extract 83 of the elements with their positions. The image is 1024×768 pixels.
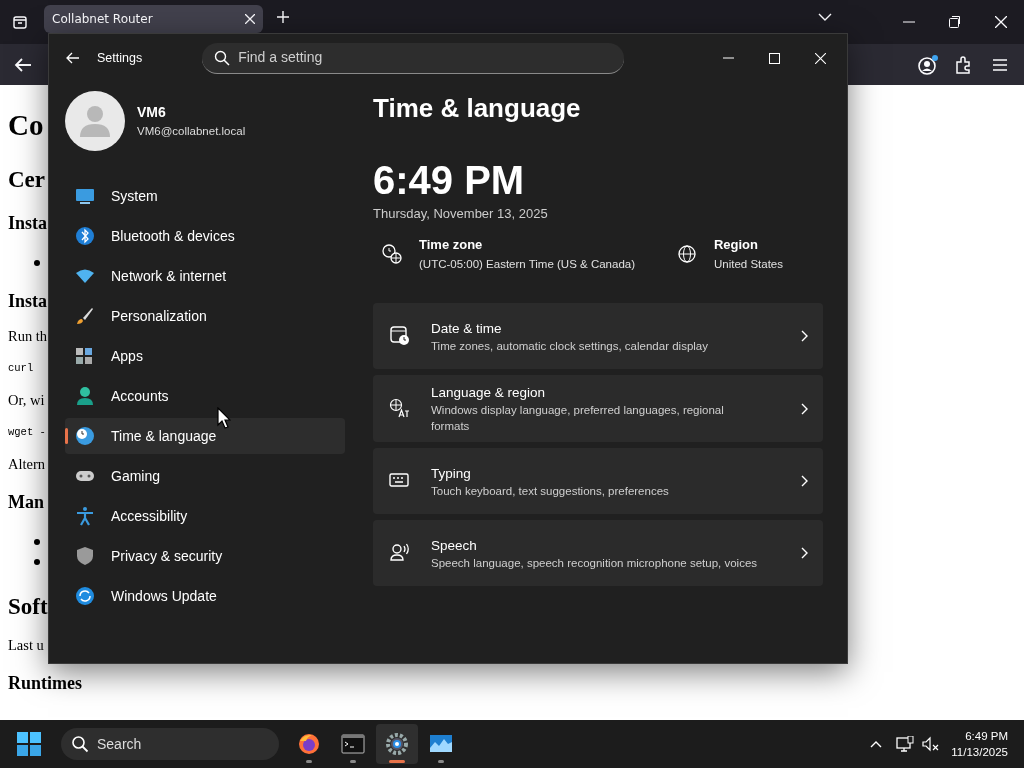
taskbar-search[interactable]: Search: [61, 728, 279, 760]
windows-logo-icon: [17, 732, 41, 756]
card-subtitle: Windows display language, preferred languages, regional formats: [431, 403, 725, 434]
chevron-right-icon: [801, 547, 809, 559]
sidebar-item[interactable]: Time & language: [65, 418, 345, 454]
sidebar-item[interactable]: Privacy & security: [65, 538, 345, 574]
card-title: Date & time: [431, 319, 503, 338]
clock-globe-icon: [381, 243, 403, 265]
speech-icon: [389, 542, 411, 564]
page-heading: Co: [8, 108, 44, 143]
apps-icon: [75, 346, 95, 366]
clock-time: 6:49 PM: [373, 157, 526, 204]
bullet-icon: [34, 539, 40, 545]
clock-globe-icon: [75, 426, 95, 446]
code-text: wget -: [8, 425, 46, 440]
calendar-clock-icon: [389, 325, 411, 347]
subsection-heading: Runtimes: [8, 672, 82, 695]
avatar[interactable]: [65, 91, 125, 151]
search-icon: [214, 49, 231, 66]
accessibility-icon: [75, 506, 95, 526]
page-text: Altern: [8, 455, 46, 474]
sidebar-item[interactable]: Personalization: [65, 298, 345, 334]
user-email: VM6@collabnet.local: [137, 123, 246, 139]
shield-icon: [75, 546, 95, 566]
sync-icon: [75, 586, 95, 606]
page-text: Or, wi: [8, 391, 45, 410]
bullet-icon: [34, 260, 40, 266]
gear-icon: [385, 732, 409, 756]
plus-icon: [276, 9, 290, 24]
card-subtitle: Touch keyboard, text suggestions, preferences: [431, 483, 670, 499]
browser-icon: [297, 732, 321, 756]
sidebar-item[interactable]: Windows Update: [65, 578, 345, 614]
page-text: Run th: [8, 327, 48, 346]
sidebar-item[interactable]: Bluetooth & devices: [65, 218, 345, 254]
info-label: Region: [713, 236, 759, 254]
subsection-heading: Man: [8, 491, 44, 514]
close-tab-icon[interactable]: [245, 14, 255, 24]
settings-card[interactable]: Language & region Windows display language, preferred languages, regional formats: [373, 375, 823, 442]
search-field[interactable]: Find a setting: [202, 42, 625, 74]
person-icon: [75, 386, 95, 406]
browser-tab[interactable]: Collabnet Router: [44, 5, 263, 33]
user-name: VM6: [137, 102, 167, 122]
taskbar-date: 11/13/2025: [951, 745, 1008, 760]
card-subtitle: Speech language, speech recognition microphone setup, voices: [431, 555, 759, 571]
brush-icon: [75, 306, 95, 326]
globe-icon: [675, 243, 698, 265]
sidebar-item[interactable]: Network & internet: [65, 258, 345, 294]
settings-card[interactable]: Speech Speech language, speech recognition microphone setup, voices: [373, 520, 823, 586]
search-icon: [71, 735, 89, 753]
page-title: Time & language: [373, 92, 582, 125]
window-title: Settings: [97, 49, 143, 67]
taskbar-time: 6:49 PM: [964, 729, 1008, 744]
settings-card[interactable]: Date & time Time zones, automatic clock settings, calendar display: [373, 303, 823, 369]
page-text: Last u: [8, 636, 44, 655]
card-title: Language & region: [431, 384, 547, 402]
info-value: United States: [713, 257, 783, 272]
sidebar-item[interactable]: Apps: [65, 338, 345, 374]
chevron-right-icon: [801, 475, 809, 487]
code-text: curl: [8, 361, 34, 376]
mouse-cursor-icon: [217, 407, 231, 429]
card-title: Speech: [431, 536, 478, 555]
sidebar-item[interactable]: Accessibility: [65, 498, 345, 534]
sidebar-item[interactable]: Gaming: [65, 458, 345, 494]
clock-date: Thursday, November 13, 2025: [373, 205, 549, 223]
info-label: Time zone: [419, 236, 484, 254]
subsection-heading: Insta: [8, 212, 47, 235]
bullet-icon: [34, 559, 40, 565]
section-heading: Soft: [8, 593, 48, 621]
sidebar-item[interactable]: System: [65, 178, 345, 214]
monitor-icon: [75, 186, 95, 206]
chevron-right-icon: [801, 330, 809, 342]
language-icon: [389, 397, 411, 420]
subsection-heading: Insta: [8, 290, 47, 313]
taskbar-app[interactable]: [376, 724, 418, 764]
card-subtitle: Time zones, automatic clock settings, calendar display: [431, 338, 709, 354]
settings-card[interactable]: Typing Touch keyboard, text suggestions, preferences: [373, 448, 823, 514]
card-title: Typing: [431, 464, 472, 483]
sidebar-item[interactable]: Accounts: [65, 378, 345, 414]
chevron-right-icon: [801, 402, 809, 415]
bluetooth-icon: [75, 226, 95, 246]
section-heading: Cer: [8, 166, 46, 194]
terminal-icon: [341, 732, 365, 756]
info-value: (UTC-05:00) Eastern Time (US & Canada): [419, 257, 636, 272]
